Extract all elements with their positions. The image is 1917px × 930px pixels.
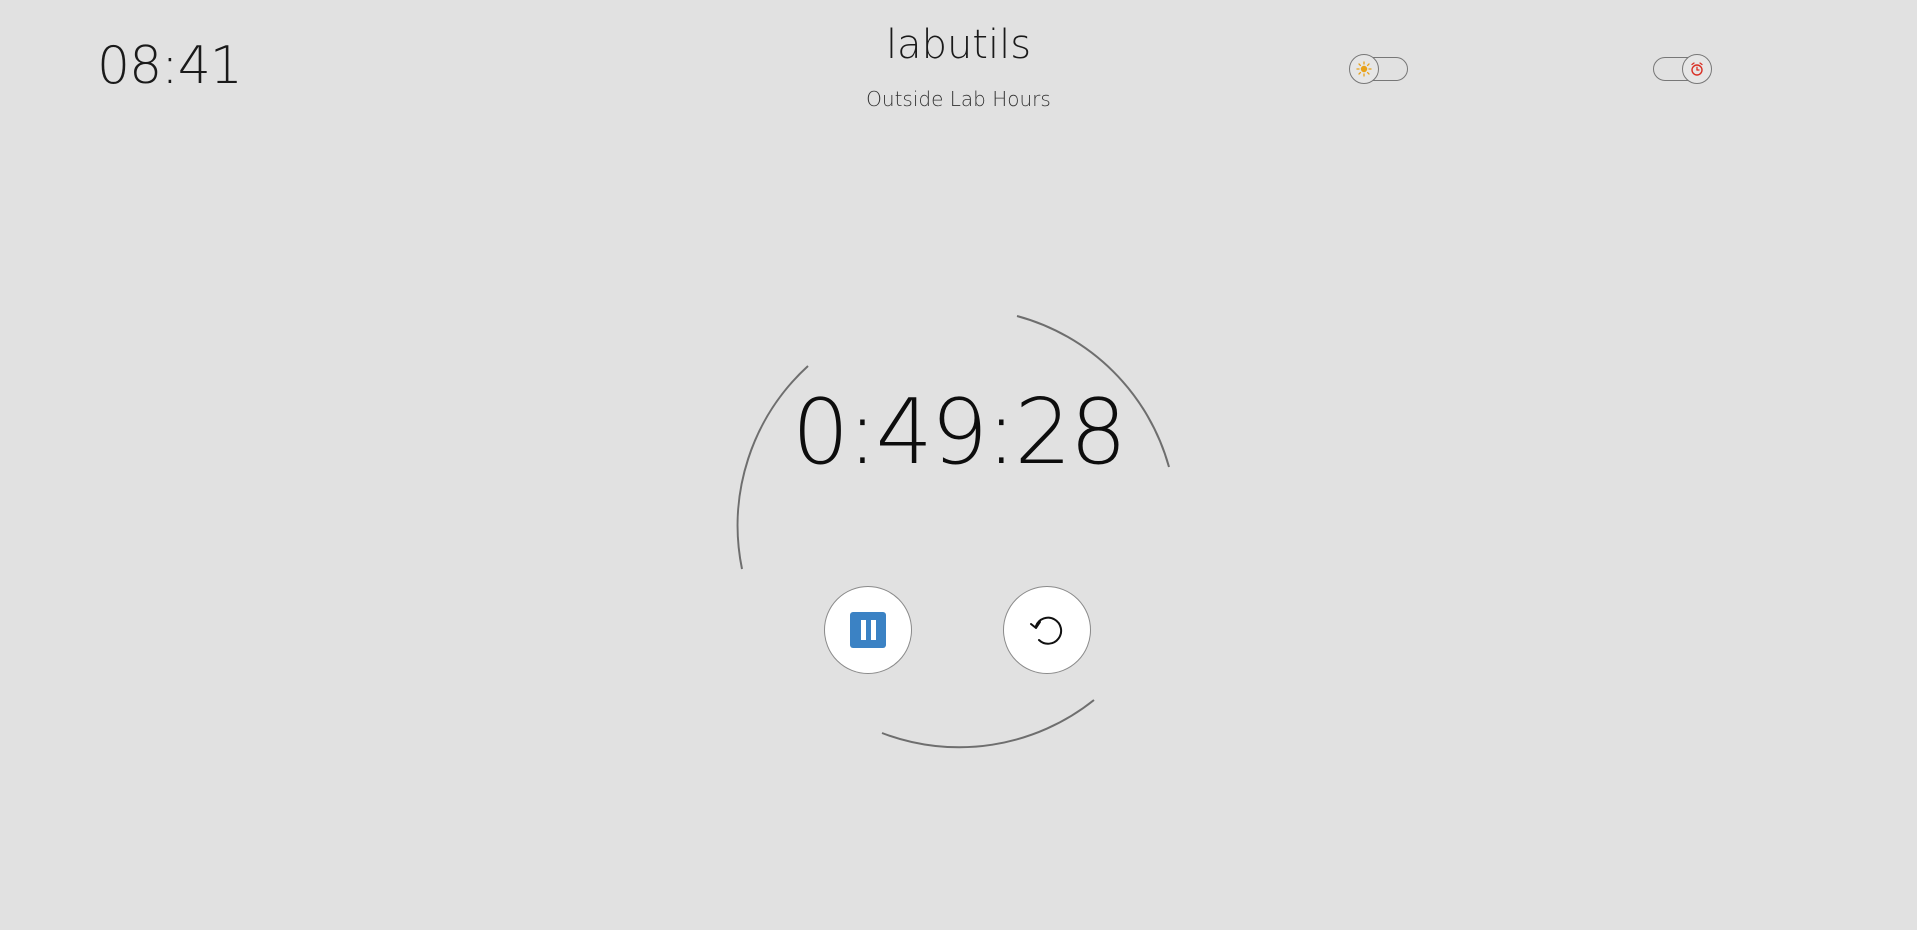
timer-display: 0:49:28 [792, 380, 1127, 485]
lab-hours-status: Outside Lab Hours [866, 87, 1051, 111]
pause-button[interactable] [824, 586, 912, 674]
reset-button[interactable] [1003, 586, 1091, 674]
app-title: labutils [885, 22, 1032, 68]
alarm-toggle[interactable] [1653, 54, 1712, 84]
reset-icon [1030, 616, 1063, 645]
sun-icon [1356, 61, 1372, 77]
alarm-toggle-knob [1682, 54, 1712, 84]
alarm-clock-icon [1691, 62, 1703, 76]
pause-bar-right [870, 620, 876, 640]
theme-toggle-knob [1349, 54, 1379, 84]
pause-bar-left [860, 620, 866, 640]
app-root: 08:41 labutils Outside Lab Hours 0:49:28 [0, 0, 1917, 930]
pause-icon [850, 612, 886, 648]
ring-arc-bottom [881, 699, 1095, 749]
theme-toggle[interactable] [1349, 54, 1408, 84]
